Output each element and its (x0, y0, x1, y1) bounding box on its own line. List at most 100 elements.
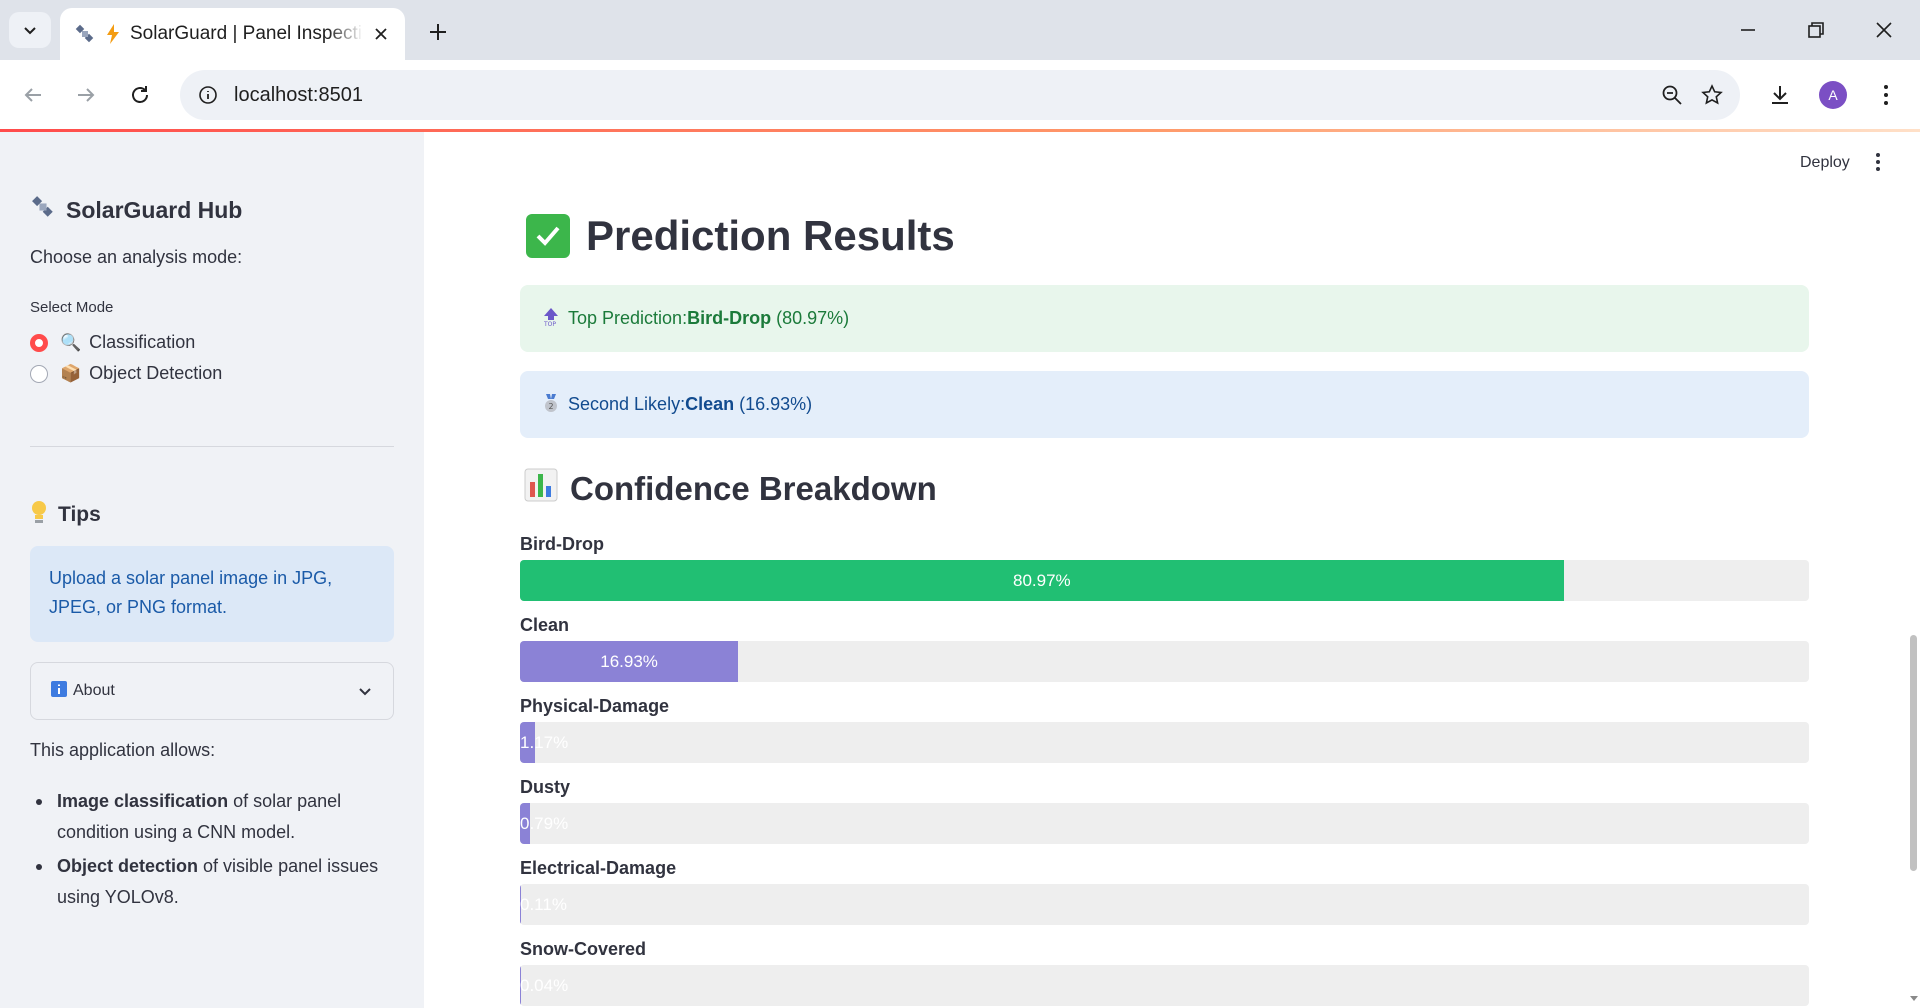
check-mark-icon (526, 214, 570, 258)
close-window-button[interactable] (1860, 10, 1908, 50)
new-tab-button[interactable] (422, 16, 454, 48)
scrollbar-thumb[interactable] (1910, 635, 1917, 871)
chevron-down-icon (24, 27, 36, 35)
top-prediction-class: Bird-Drop (687, 308, 772, 328)
kebab-menu-icon (1884, 85, 1888, 105)
about-expander[interactable]: About (30, 662, 394, 720)
back-button[interactable] (15, 77, 51, 113)
progress-track: 0.04% (520, 965, 1809, 1006)
second-prediction-prefix: Second Likely: (568, 394, 686, 414)
second-prediction-class: Clean (685, 394, 735, 414)
top-prediction-pct: (80.97%) (776, 308, 850, 328)
bar-label: Physical-Damage (520, 696, 670, 716)
site-info-icon[interactable] (190, 77, 226, 113)
progress-track: 16.93% (520, 641, 1809, 682)
divider (30, 446, 394, 447)
browser-toolbar: localhost:8501 A (0, 60, 1920, 130)
progress-fill: 0.79% (520, 803, 568, 844)
progress-value: 0.04% (520, 975, 569, 995)
progress-value: 1.17% (520, 732, 569, 752)
magnifier-icon: 🔍 (60, 332, 82, 352)
sidebar: SolarGuard Hub Choose an analysis mode: … (0, 132, 424, 1008)
about-intro: This application allows: (30, 740, 216, 760)
confidence-heading-text: Confidence Breakdown (570, 470, 937, 507)
tips-info-box: Upload a solar panel image in JPG, JPEG,… (30, 546, 394, 642)
radio-label-classification: Classification (89, 332, 196, 352)
medal-icon: 2 (542, 393, 560, 417)
arrow-left-icon (24, 88, 41, 102)
radio-object-detection[interactable]: 📦 Object Detection (30, 363, 222, 384)
list-item: Object detection of visible panel issues… (30, 851, 400, 913)
page-title-text: Prediction Results (586, 212, 955, 259)
kebab-menu-icon (1876, 153, 1880, 171)
forward-button[interactable] (68, 77, 104, 113)
scroll-down-arrow-icon[interactable] (1908, 994, 1920, 1004)
svg-text:2: 2 (549, 402, 554, 411)
arrow-right-icon (78, 88, 95, 102)
sidebar-subtitle: Choose an analysis mode: (30, 247, 243, 267)
scrollbar[interactable] (1908, 132, 1920, 1008)
progress-fill: 80.97% (520, 560, 1564, 601)
progress-value: 0.11% (520, 894, 567, 914)
progress-fill: 1.17% (520, 722, 568, 763)
tab-search-button[interactable] (9, 12, 51, 48)
close-icon (1876, 22, 1892, 38)
list-item: Image classification of solar panel cond… (30, 786, 400, 848)
radio-classification[interactable]: 🔍 Classification (30, 332, 195, 353)
bar-label: Snow-Covered (520, 939, 647, 959)
about-list: Image classification of solar panel cond… (30, 786, 400, 916)
progress-fill: 0.11% (520, 884, 567, 925)
bar-label: Dusty (520, 777, 571, 797)
radio-unselected-indicator[interactable] (30, 364, 48, 383)
chevron-down-icon (359, 688, 371, 696)
sidebar-title: SolarGuard Hub (30, 194, 242, 226)
browser-tab[interactable]: SolarGuard | Panel Inspection (60, 8, 405, 60)
restore-button[interactable] (1792, 10, 1840, 50)
lightbulb-icon (30, 500, 48, 530)
tips-heading: Tips (30, 500, 101, 530)
main-content: Deploy Prediction Results TOP Top Predic… (424, 132, 1920, 1008)
svg-text:TOP: TOP (543, 321, 556, 327)
reload-button[interactable] (122, 77, 158, 113)
restore-icon (1808, 22, 1824, 38)
minimize-icon (1741, 29, 1755, 31)
progress-fill: 0.04% (520, 965, 568, 1006)
tips-title: Tips (58, 503, 101, 526)
url-text[interactable]: localhost:8501 (234, 84, 1652, 107)
list-item-bold: Image classification (57, 791, 229, 811)
progress-fill: 16.93% (520, 641, 739, 682)
progress-value: 80.97% (1013, 570, 1071, 590)
minimize-button[interactable] (1724, 10, 1772, 50)
bar-label: Clean (520, 615, 570, 635)
zoom-icon[interactable] (1652, 75, 1692, 115)
close-tab-icon[interactable] (369, 22, 393, 46)
info-icon (51, 680, 67, 702)
app-menu-button[interactable] (1866, 150, 1890, 174)
top-prediction-alert: TOP Top Prediction: Bird-Drop (80.97%) (520, 285, 1809, 352)
progress-track: 1.17% (520, 722, 1809, 763)
second-prediction-alert: 2 Second Likely: Clean (16.93%) (520, 371, 1809, 438)
deploy-button[interactable]: Deploy (1800, 154, 1850, 172)
bookmark-star-icon[interactable] (1692, 75, 1732, 115)
tab-strip: SolarGuard | Panel Inspection (0, 0, 1920, 60)
second-prediction-pct: (16.93%) (739, 394, 813, 414)
progress-track: 0.79% (520, 803, 1809, 844)
radio-label-object-detection: Object Detection (89, 363, 223, 383)
downloads-button[interactable] (1760, 75, 1800, 115)
progress-value: 0.79% (520, 813, 569, 833)
bar-chart-icon (524, 468, 558, 510)
progress-value: 16.93% (600, 651, 658, 671)
satellite-icon (30, 194, 56, 226)
bar-label: Electrical-Damage (520, 858, 677, 878)
address-bar[interactable]: localhost:8501 (180, 70, 1740, 120)
lightning-icon (102, 23, 124, 45)
reload-icon (132, 86, 148, 103)
top-arrow-icon: TOP (542, 307, 560, 331)
radio-selected-indicator[interactable] (30, 333, 48, 352)
browser-menu-button[interactable] (1866, 75, 1906, 115)
bar-label: Bird-Drop (520, 534, 604, 554)
page-title: Prediction Results (526, 212, 955, 260)
profile-button[interactable]: A (1813, 75, 1853, 115)
top-prediction-prefix: Top Prediction: (568, 308, 688, 328)
download-icon (1772, 86, 1788, 104)
